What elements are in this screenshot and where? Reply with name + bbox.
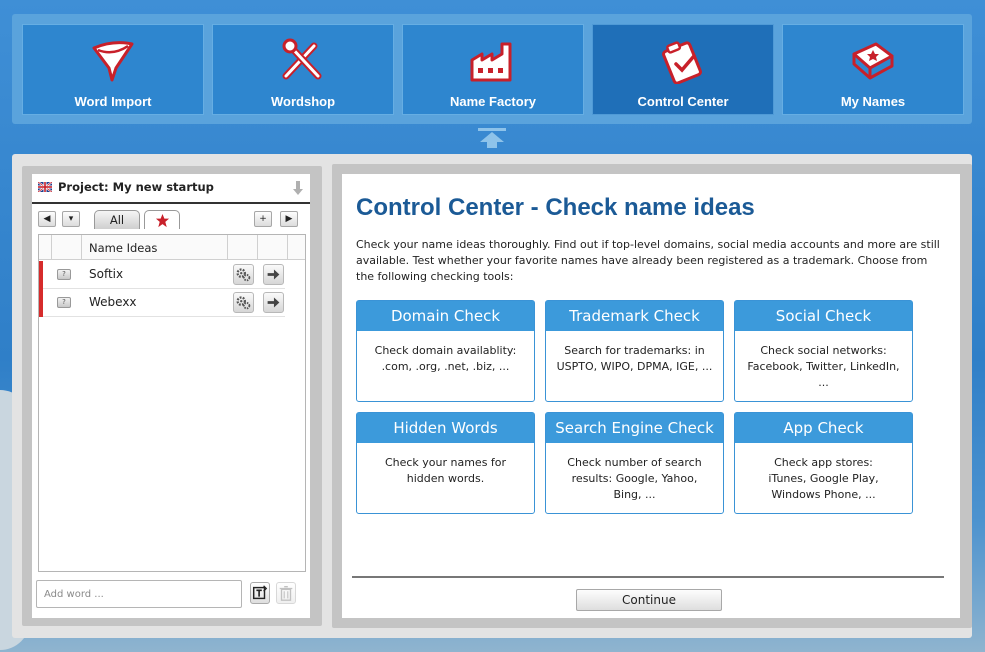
card-description: Check app stores: iTunes, Google Play, W… [768, 456, 879, 501]
next-button[interactable]: ▶ [280, 211, 298, 227]
favorite-marker [39, 289, 43, 317]
uk-flag-icon [38, 182, 52, 192]
collapse-arrow-icon[interactable] [478, 128, 506, 148]
card-description: Check social networks: Facebook, Twitter… [747, 344, 900, 389]
dropdown-button[interactable]: ▾ [62, 211, 80, 227]
favorite-marker [39, 261, 43, 289]
settings-button[interactable] [233, 292, 254, 313]
unknown-status-icon: ? [57, 297, 71, 308]
divider [352, 576, 944, 578]
nav-tile-word-import[interactable]: Word Import [22, 24, 204, 115]
name-idea-text: Webexx [89, 295, 137, 309]
page-title: Control Center - Check name ideas [356, 194, 755, 221]
project-panel: Project: My new startup ◀ ▾ All + ▶ Name… [32, 174, 310, 618]
factory-icon [470, 42, 512, 82]
search-engine-check-card[interactable]: Search Engine Check Check number of sear… [545, 412, 724, 514]
list-header: Name Ideas [39, 235, 305, 260]
card-title: Trademark Check [546, 301, 723, 331]
delete-button[interactable] [276, 582, 296, 604]
tab-favorites[interactable] [144, 210, 180, 229]
hidden-words-card[interactable]: Hidden Words Check your names for hidden… [356, 412, 535, 514]
gears-icon [236, 296, 251, 310]
card-description: Search for trademarks: in USPTO, WIPO, D… [556, 344, 713, 373]
nav-tile-label: My Names [840, 94, 906, 109]
card-title: Hidden Words [357, 413, 534, 443]
add-list-button[interactable]: + [254, 211, 272, 227]
column-header-name-ideas[interactable]: Name Ideas [89, 241, 157, 255]
card-description: Check number of search results: Google, … [567, 456, 702, 501]
continue-button[interactable]: Continue [576, 589, 722, 611]
column-separator [81, 235, 82, 260]
card-description: Check your names for hidden words. [384, 456, 507, 485]
book-star-icon [852, 42, 894, 80]
nav-tile-wordshop[interactable]: Wordshop [212, 24, 394, 115]
column-separator [51, 235, 52, 260]
tab-all[interactable]: All [94, 210, 140, 229]
card-title: Social Check [735, 301, 912, 331]
star-icon [155, 213, 169, 228]
pin-icon[interactable] [291, 179, 305, 197]
gears-icon [236, 268, 251, 282]
funnel-icon [92, 41, 134, 82]
domain-check-card[interactable]: Domain Check Check domain availablity: .… [356, 300, 535, 402]
nav-tile-control-center[interactable]: Control Center [592, 24, 774, 115]
go-button[interactable] [263, 264, 284, 285]
column-separator [227, 235, 228, 260]
list-item[interactable]: ? Webexx [39, 289, 285, 317]
nav-tile-label: Wordshop [270, 94, 336, 109]
nav-tile-label: Name Factory [450, 94, 536, 109]
prev-button[interactable]: ◀ [38, 211, 56, 227]
column-separator [257, 235, 258, 260]
import-word-button[interactable] [250, 582, 270, 604]
card-title: Domain Check [357, 301, 534, 331]
app-check-card[interactable]: App Check Check app stores: iTunes, Goog… [734, 412, 913, 514]
list-item[interactable]: ? Softix [39, 261, 285, 289]
column-separator [287, 235, 288, 260]
card-title: App Check [735, 413, 912, 443]
intro-text: Check your name ideas thoroughly. Find o… [356, 238, 940, 283]
trash-icon [279, 586, 293, 601]
nav-tile-name-factory[interactable]: Name Factory [402, 24, 584, 115]
arrow-right-icon [267, 297, 280, 308]
name-ideas-list: Name Ideas ? Softix ? Webexx [38, 234, 306, 572]
text-import-icon [252, 585, 268, 600]
add-word-input[interactable] [36, 580, 242, 608]
trademark-check-card[interactable]: Trademark Check Search for trademarks: i… [545, 300, 724, 402]
social-check-card[interactable]: Social Check Check social networks: Face… [734, 300, 913, 402]
list-tabs-bar: ◀ ▾ All + ▶ [38, 209, 306, 231]
control-center-panel: Control Center - Check name ideas Check … [342, 174, 960, 618]
nav-tile-my-names[interactable]: My Names [782, 24, 964, 115]
nav-tile-label: Control Center [637, 94, 729, 109]
arrow-right-icon [267, 269, 280, 280]
top-navigation: Word Import Wordshop Name Factory Contro… [12, 14, 972, 124]
card-description: Check domain availablity: .com, .org, .n… [374, 344, 517, 373]
card-title: Search Engine Check [546, 413, 723, 443]
settings-button[interactable] [233, 264, 254, 285]
clipboard-check-icon [662, 41, 702, 84]
project-header: Project: My new startup [32, 174, 310, 204]
nav-tile-label: Word Import [74, 94, 152, 109]
project-title: Project: My new startup [58, 180, 214, 194]
tools-icon [282, 38, 322, 80]
name-idea-text: Softix [89, 267, 124, 281]
unknown-status-icon: ? [57, 269, 71, 280]
go-button[interactable] [263, 292, 284, 313]
